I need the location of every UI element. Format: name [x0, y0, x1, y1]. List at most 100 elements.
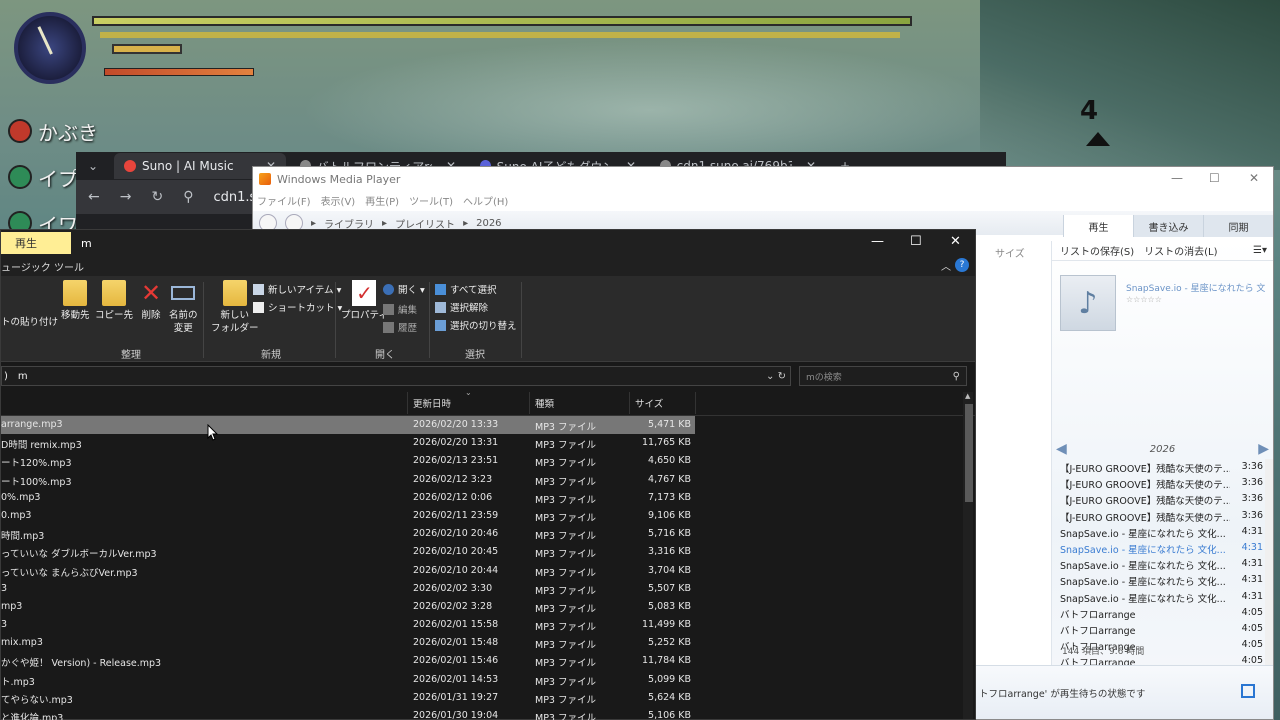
playlist-item[interactable]: 【J-EURO GROOVE】残酷な天使のテ... 3:36 [1056, 477, 1263, 493]
menu-play[interactable]: 再生(P) [365, 193, 399, 208]
switch-view-icon[interactable] [1241, 684, 1255, 698]
clear-list-button[interactable]: リストの消去(L) [1144, 243, 1217, 258]
file-row[interactable]: 3 2026/02/01 15:58 MP3 ファイル 11,499 KB [1, 616, 975, 634]
breadcrumb-2026[interactable]: 2026 [476, 218, 501, 229]
rename-button[interactable]: 名前の 変更 [169, 280, 198, 335]
shortcut-button[interactable]: ショートカット ▾ [253, 300, 342, 314]
open-button[interactable]: 開く ▾ [383, 282, 425, 296]
file-row[interactable]: っていいな ダブルボーカルVer.mp3 2026/02/10 20:45 MP3 … [1, 543, 975, 561]
minimize-button[interactable]: — [871, 234, 884, 249]
file-row[interactable]: ト.mp3 2026/02/01 14:53 MP3 ファイル 5,099 KB [1, 671, 975, 689]
file-row[interactable]: ート100%.mp3 2026/02/12 3:23 MP3 ファイル 4,767 K… [1, 471, 975, 489]
close-button[interactable]: ✕ [1249, 171, 1259, 185]
file-row[interactable]: arrange.mp3 2026/02/20 13:33 MP3 ファイル 5,471… [1, 416, 695, 435]
context-tab-play[interactable]: 再生 [1, 232, 71, 254]
save-list-button[interactable]: リストの保存(S) [1060, 243, 1134, 258]
column-divider[interactable] [629, 392, 630, 414]
column-type[interactable]: 種類 [535, 396, 554, 410]
file-list-scrollbar[interactable]: ▲ [963, 392, 973, 719]
column-divider[interactable] [407, 392, 408, 414]
close-button[interactable]: ✕ [950, 234, 961, 249]
playlist-item[interactable]: 【J-EURO GROOVE】残酷な天使のテ... 3:36 [1056, 461, 1263, 477]
select-all-button[interactable]: すべて選択 [435, 282, 496, 296]
paste-shortcut-button[interactable]: トの貼り付け [1, 316, 58, 329]
playlist-item-title: 【J-EURO GROOVE】残酷な天使のテ... [1060, 464, 1230, 475]
file-row[interactable]: 0%.mp3 2026/02/12 0:06 MP3 ファイル 7,173 KB [1, 489, 975, 507]
file-date: 2026/02/02 3:28 [413, 600, 493, 612]
file-row[interactable]: と進化論.mp3 2026/01/30 19:04 MP3 ファイル 5,106 KB [1, 707, 975, 720]
file-size: 3,704 KB [648, 564, 691, 576]
playlist-item[interactable]: バトフロarrange 4:05 [1056, 623, 1263, 639]
address-bar[interactable]: ) m ⌄ ↻ [1, 366, 791, 386]
help-icon[interactable]: ? [955, 258, 969, 272]
file-row[interactable]: 3 2026/02/02 3:30 MP3 ファイル 5,507 KB [1, 580, 975, 598]
playlist-item[interactable]: SnapSave.io - 星座になれたら 文化... 4:31 [1056, 542, 1263, 558]
playlist-item-title: SnapSave.io - 星座になれたら 文化... [1060, 544, 1226, 556]
menu-view[interactable]: 表示(V) [321, 193, 356, 208]
column-date[interactable]: 更新日時 [413, 396, 451, 410]
playlist-item[interactable]: SnapSave.io - 星座になれたら 文化... 4:31 [1056, 591, 1263, 607]
playlist-item[interactable]: 【J-EURO GROOVE】残酷な天使のテ... 3:36 [1056, 493, 1263, 509]
tab-search-button[interactable]: ⌄ [80, 153, 110, 179]
dropdown-icon[interactable]: ⌄ [766, 371, 774, 382]
scroll-up-icon[interactable]: ▲ [965, 392, 970, 400]
file-row[interactable]: かぐや姫！ Version) - Release.mp3 2026/02/01 1… [1, 652, 975, 670]
maximize-button[interactable]: ☐ [910, 234, 922, 249]
column-divider[interactable] [529, 392, 530, 414]
file-size: 5,083 KB [648, 600, 691, 612]
new-item-button[interactable]: 新しいアイテム ▾ [253, 282, 341, 296]
playlist-item[interactable]: SnapSave.io - 星座になれたら 文化... 4:31 [1056, 526, 1263, 542]
menu-file[interactable]: ファイル(F) [257, 193, 311, 208]
file-row[interactable]: っていいな まんらぶびVer.mp3 2026/02/10 20:44 MP3 ファ… [1, 562, 975, 580]
scroll-thumb[interactable] [965, 404, 973, 502]
tab-burn[interactable]: 書き込み [1133, 215, 1203, 237]
search-placeholder: mの検索 [806, 372, 842, 383]
copy-to-button[interactable]: コピー先 [95, 280, 133, 322]
site-info-icon[interactable]: ⚲ [183, 189, 193, 205]
maximize-button[interactable]: ☐ [1209, 171, 1220, 185]
search-icon[interactable]: ⚲ [953, 371, 960, 382]
file-row[interactable]: てやらない.mp3 2026/01/31 19:27 MP3 ファイル 5,624 K… [1, 689, 975, 707]
tab-sync[interactable]: 同期 [1203, 215, 1273, 237]
menu-tools[interactable]: ツール(T) [409, 193, 453, 208]
size-column-header[interactable]: サイズ [995, 245, 1025, 260]
ribbon-music-tools-tab[interactable]: ュージック ツール [1, 259, 84, 274]
history-button[interactable]: 履歴 [383, 320, 417, 334]
playlist-item[interactable]: SnapSave.io - 星座になれたら 文化... 4:31 [1056, 558, 1263, 574]
sort-indicator-icon: ⌄ [465, 388, 472, 397]
move-to-button[interactable]: 移動先 [61, 280, 90, 322]
next-arrow-icon[interactable]: ▶ [1258, 441, 1269, 457]
file-row[interactable]: D時間 remix.mp3 2026/02/20 13:31 MP3 ファイル 11,… [1, 434, 975, 452]
history-icon [383, 321, 394, 333]
reload-icon[interactable]: ↻ [151, 189, 163, 205]
file-row[interactable]: ート120%.mp3 2026/02/13 23:51 MP3 ファイル 4,650 … [1, 452, 975, 470]
file-row[interactable]: 時間.mp3 2026/02/10 20:46 MP3 ファイル 5,716 KB [1, 525, 975, 543]
playlist-item[interactable]: バトフロarrange 4:05 [1056, 607, 1263, 623]
playlist-item[interactable]: SnapSave.io - 星座になれたら 文化... 4:31 [1056, 574, 1263, 590]
new-folder-button[interactable]: 新しい フォルダー [211, 280, 259, 335]
explorer-window: 再生 m — ☐ ✕ ュージック ツール ︿ ? トの貼り付け 移動先 コピー先… [0, 229, 976, 720]
search-input[interactable]: mの検索 ⚲ [799, 366, 967, 386]
minimize-button[interactable]: — [1171, 171, 1183, 185]
forward-icon[interactable]: → [120, 189, 132, 205]
file-row[interactable]: mix.mp3 2026/02/01 15:48 MP3 ファイル 5,252 KB [1, 634, 975, 652]
address-folder[interactable]: m [18, 371, 28, 382]
column-divider[interactable] [695, 392, 696, 414]
menu-help[interactable]: ヘルプ(H) [463, 193, 508, 208]
edit-button[interactable]: 編集 [383, 302, 417, 316]
properties-button[interactable]: ✓ プロパティ [341, 280, 388, 322]
rating-stars[interactable]: ☆☆☆☆☆ [1126, 295, 1162, 304]
file-row[interactable]: mp3 2026/02/02 3:28 MP3 ファイル 5,083 KB [1, 598, 975, 616]
back-icon[interactable]: ← [88, 189, 100, 205]
delete-button[interactable]: ✕ 削除 [139, 280, 163, 322]
collapse-ribbon-icon[interactable]: ︿ [941, 258, 951, 273]
invert-selection-button[interactable]: 選択の切り替え [435, 318, 517, 332]
select-none-button[interactable]: 選択解除 [435, 300, 488, 314]
playlist-item[interactable]: 【J-EURO GROOVE】残酷な天使のテ... 3:36 [1056, 510, 1263, 526]
column-size[interactable]: サイズ [635, 396, 663, 410]
prev-arrow-icon[interactable]: ◀ [1056, 441, 1067, 457]
refresh-icon[interactable]: ↻ [778, 371, 786, 382]
list-options-icon[interactable]: ☰▾ [1253, 245, 1267, 256]
file-row[interactable]: 0.mp3 2026/02/11 23:59 MP3 ファイル 9,106 KB [1, 507, 975, 525]
tab-play[interactable]: 再生 [1063, 215, 1133, 237]
